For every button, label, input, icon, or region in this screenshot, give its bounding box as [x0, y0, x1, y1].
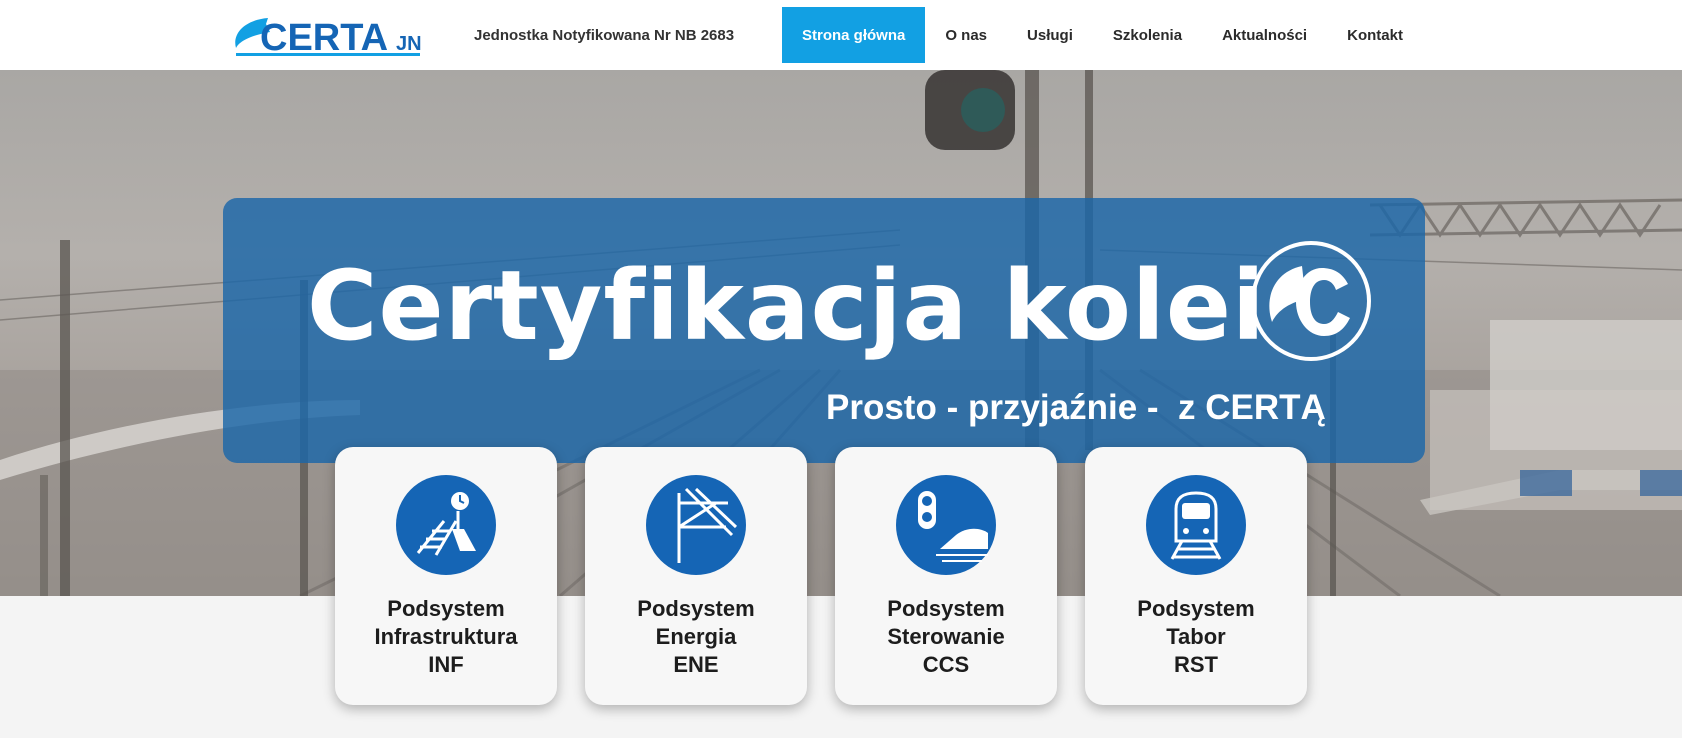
- control-signal-icon: [896, 475, 996, 575]
- nav-news[interactable]: Aktualności: [1202, 7, 1327, 63]
- card-title: Podsystem Energia ENE: [637, 596, 755, 677]
- main-nav: Strona główna O nas Usługi Szkolenia Akt…: [782, 7, 1423, 63]
- card-title: Podsystem Infrastruktura INF: [374, 596, 518, 677]
- hero-banner: Certyfikacja kolei Prosto - przyjaźnie -…: [223, 198, 1425, 463]
- card-energy[interactable]: Podsystem Energia ENE: [585, 447, 807, 705]
- certa-logo-icon: CERTA JN: [235, 17, 422, 59]
- card-title: Podsystem Tabor RST: [1137, 596, 1255, 677]
- nav-about[interactable]: O nas: [925, 7, 1007, 63]
- notified-body-tagline: Jednostka Notyfikowana Nr NB 2683: [474, 27, 735, 44]
- svg-text:CERTA: CERTA: [260, 17, 388, 58]
- subsystem-cards: Podsystem Infrastruktura INF Podsystem Ener…: [335, 447, 1307, 705]
- card-rolling-stock[interactable]: Podsystem Tabor RST: [1085, 447, 1307, 705]
- hero-title: Certyfikacja kolei: [307, 250, 1266, 362]
- nav-home[interactable]: Strona główna: [782, 7, 926, 63]
- energy-icon: [646, 475, 746, 575]
- nav-services[interactable]: Usługi: [1007, 7, 1093, 63]
- rolling-stock-icon: [1146, 475, 1246, 575]
- svg-text:JN: JN: [396, 33, 422, 55]
- card-control[interactable]: Podsystem Sterowanie CCS: [835, 447, 1057, 705]
- nav-trainings[interactable]: Szkolenia: [1093, 7, 1202, 63]
- hero-subtitle: Prosto - przyjaźnie - z CERTĄ: [826, 388, 1326, 427]
- infrastructure-icon: [396, 475, 496, 575]
- cc-logo-icon: [1251, 241, 1371, 361]
- nav-contact[interactable]: Kontakt: [1327, 7, 1423, 63]
- card-title: Podsystem Sterowanie CCS: [887, 596, 1005, 677]
- site-header: CERTA JN Jednostka Notyfikowana Nr NB 26…: [0, 0, 1682, 70]
- card-infrastructure[interactable]: Podsystem Infrastruktura INF: [335, 447, 557, 705]
- certa-logo[interactable]: CERTA JN: [230, 14, 430, 59]
